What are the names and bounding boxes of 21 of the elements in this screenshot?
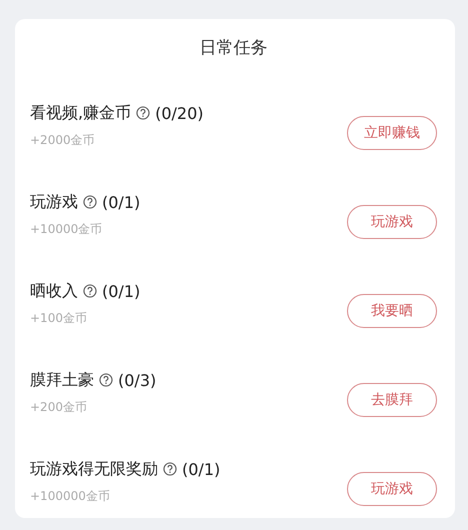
card-title: 日常任务: [198, 37, 268, 60]
task-reward: +2000金币: [30, 132, 96, 148]
task-reward: +10000金币: [30, 220, 104, 238]
help-icon[interactable]: [83, 195, 97, 209]
task-button[interactable]: 玩游戏: [347, 204, 437, 238]
task-button[interactable]: 去膜拜: [347, 382, 437, 416]
task-reward: +100金币: [30, 310, 88, 326]
help-icon[interactable]: [99, 373, 113, 387]
task-name: 玩游戏得无限奖励: [30, 458, 158, 480]
task-reward: +100000金币: [30, 488, 111, 504]
task-name: 膜拜土豪: [30, 370, 94, 390]
task-name: 晒收入: [30, 280, 78, 302]
task-button[interactable]: 立即赚钱: [347, 116, 437, 150]
task-button[interactable]: 玩游戏: [347, 472, 437, 506]
help-icon[interactable]: [83, 284, 97, 298]
help-icon[interactable]: [163, 462, 177, 476]
task-reward: +200金币: [30, 398, 88, 416]
task-button[interactable]: 我要晒: [347, 294, 437, 328]
task-name: 看视频,赚金币: [30, 102, 132, 124]
help-icon[interactable]: [136, 106, 150, 120]
task-name: 玩游戏: [30, 192, 78, 212]
